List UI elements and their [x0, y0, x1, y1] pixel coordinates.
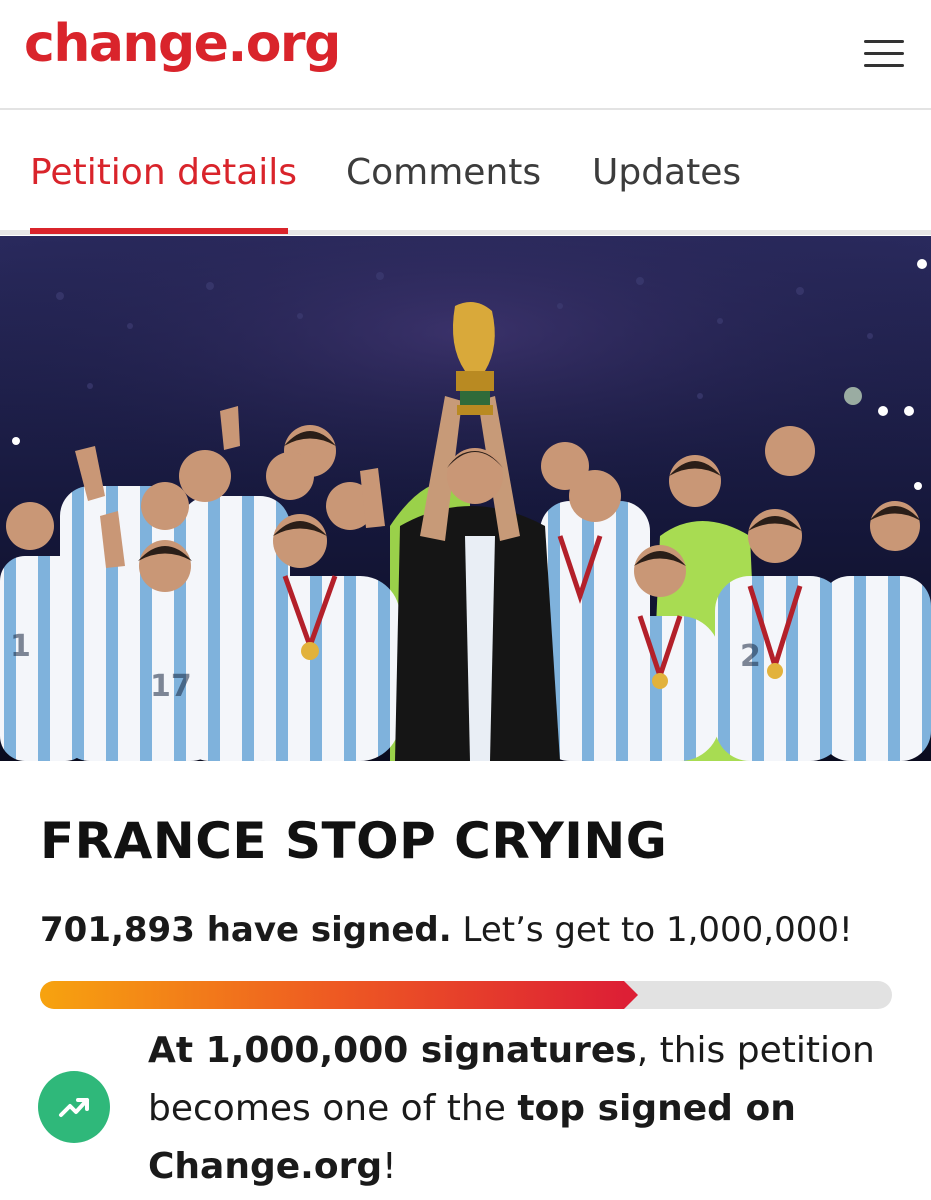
petition-title: FRANCE STOP CRYING	[40, 812, 668, 870]
signature-count-line: 701,893 have signed. Let’s get to 1,000,…	[40, 910, 853, 950]
milestone-goal: At 1,000,000 signatures	[148, 1030, 637, 1071]
signed-count: 701,893 have signed.	[40, 910, 452, 950]
progress-fill-tip	[624, 981, 638, 1009]
hamburger-menu-icon[interactable]	[864, 40, 908, 74]
site-header: change.org	[0, 0, 931, 110]
milestone-message: At 1,000,000 signatures, this petition b…	[148, 1022, 908, 1196]
tab-petition-details[interactable]: Petition details	[30, 152, 297, 193]
petition-tabs: Petition details Comments Updates	[0, 112, 931, 235]
svg-text:1: 1	[10, 629, 31, 664]
svg-text:17: 17	[150, 669, 192, 704]
petition-hero-image: 17 1 2	[0, 236, 931, 761]
milestone-text-2: !	[382, 1146, 397, 1187]
change-org-logo[interactable]: change.org	[24, 18, 341, 70]
svg-text:2: 2	[740, 639, 761, 674]
trending-up-icon	[38, 1071, 110, 1143]
tab-comments[interactable]: Comments	[346, 152, 541, 193]
goal-text: Let’s get to 1,000,000!	[462, 910, 853, 950]
tab-updates[interactable]: Updates	[592, 152, 741, 193]
signature-progress-bar	[40, 981, 892, 1009]
progress-fill	[40, 981, 624, 1009]
active-tab-indicator	[30, 228, 288, 234]
